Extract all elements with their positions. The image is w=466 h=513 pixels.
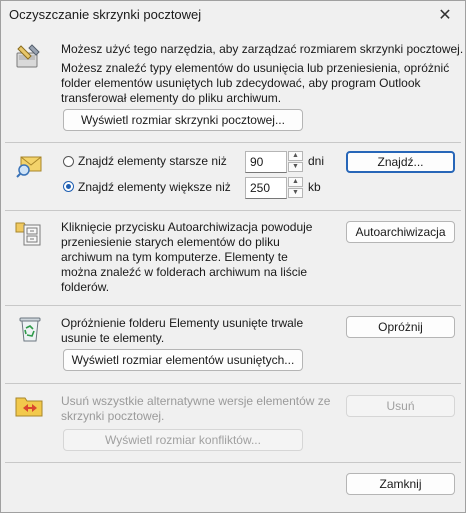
spin-up-icon[interactable]: ▲ <box>288 177 303 187</box>
archive-line-2: przeniesienie starych elementów do pliku <box>61 235 280 249</box>
conflicts-folder-icon <box>15 397 43 417</box>
larger-than-spinner: ▲ ▼ <box>245 177 303 199</box>
deleted-line-2: usunie te elementy. <box>61 331 165 345</box>
mailbox-cleanup-dialog: Oczyszczanie skrzynki pocztowej ✕ Możesz… <box>0 0 466 513</box>
divider <box>5 142 461 143</box>
older-than-unit: dni <box>308 154 325 168</box>
view-mailbox-size-button[interactable]: Wyświetl rozmiar skrzynki pocztowej... <box>63 109 303 131</box>
larger-than-label: Znajdź elementy większe niż <box>78 180 231 194</box>
empty-deleted-button[interactable]: Opróżnij <box>346 316 455 338</box>
manage-detail-line-1: Możesz znaleźć typy elementów do usunięc… <box>61 61 450 75</box>
find-mail-icon <box>16 156 42 178</box>
divider <box>5 210 461 211</box>
divider <box>5 383 461 384</box>
archive-cabinet-icon <box>15 222 41 246</box>
conflicts-line-1: Usuń wszystkie alternatywne wersje eleme… <box>61 394 331 408</box>
older-than-input[interactable] <box>245 151 287 173</box>
mailbox-tools-icon <box>16 44 40 68</box>
view-conflicts-size-button[interactable]: Wyświetl rozmiar konfliktów... <box>63 429 303 451</box>
larger-than-radio[interactable] <box>63 181 74 192</box>
delete-conflicts-button[interactable]: Usuń <box>346 395 455 417</box>
archive-line-4: można znaleźć w folderach archiwum na li… <box>61 265 308 279</box>
manage-detail-line-3: transferował elementy do pliku archiwum. <box>61 91 282 105</box>
divider <box>5 462 461 463</box>
find-button[interactable]: Znajdź... <box>346 151 455 173</box>
autoarchive-button[interactable]: Autoarchiwizacja <box>346 221 455 243</box>
larger-than-unit: kb <box>308 180 321 194</box>
conflicts-line-2: skrzynki pocztowej. <box>61 409 165 423</box>
spin-down-icon[interactable]: ▼ <box>288 188 303 198</box>
manage-description: Możesz użyć tego narzędzia, aby zarządza… <box>61 42 464 56</box>
larger-than-input[interactable] <box>245 177 287 199</box>
spin-up-icon[interactable]: ▲ <box>288 151 303 161</box>
window-title: Oczyszczanie skrzynki pocztowej <box>9 7 202 22</box>
spin-down-icon[interactable]: ▼ <box>288 162 303 172</box>
divider <box>5 305 461 306</box>
older-than-label: Znajdź elementy starsze niż <box>78 154 227 168</box>
deleted-line-1: Opróżnienie folderu Elementy usunięte tr… <box>61 316 304 330</box>
older-than-spinner: ▲ ▼ <box>245 151 303 173</box>
view-deleted-size-button[interactable]: Wyświetl rozmiar elementów usuniętych... <box>63 349 303 371</box>
manage-detail-line-2: folder elementów usuniętych lub zdecydow… <box>61 76 421 90</box>
close-icon[interactable]: ✕ <box>431 3 459 27</box>
archive-line-1: Kliknięcie przycisku Autoarchiwizacja po… <box>61 220 313 234</box>
close-button[interactable]: Zamknij <box>346 473 455 495</box>
title-bar: Oczyszczanie skrzynki pocztowej ✕ <box>1 1 465 29</box>
archive-line-3: archiwum na tym komputerze. Elementy te <box>61 250 288 264</box>
archive-line-5: folderów. <box>61 280 110 294</box>
recycle-bin-icon <box>19 317 41 342</box>
older-than-radio[interactable] <box>63 156 74 167</box>
